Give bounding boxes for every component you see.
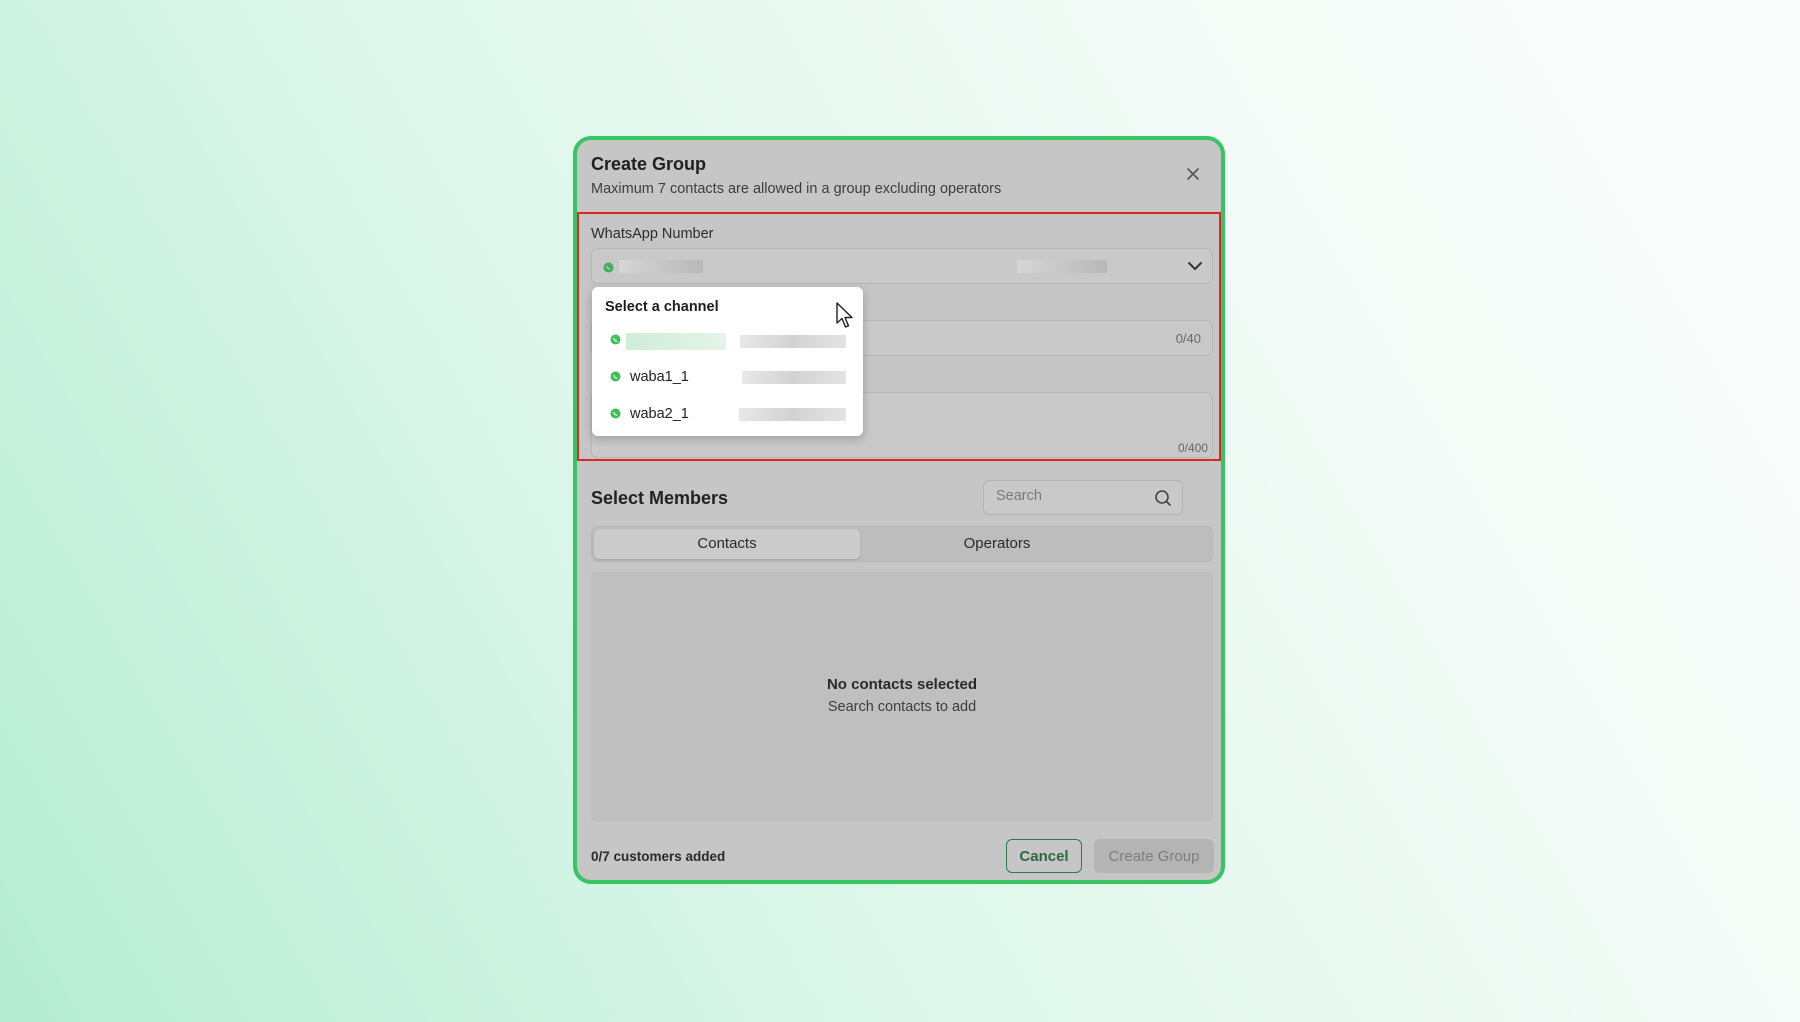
channel-name: waba2_1 [630,406,689,422]
modal-title: Create Group [591,154,707,174]
channel-option-3[interactable]: waba2_1 [592,399,863,429]
redacted-phone-number [619,260,703,273]
chevron-down-icon [1188,262,1202,270]
cancel-button[interactable]: Cancel [1006,839,1082,873]
select-members-title: Select Members [591,488,729,508]
whatsapp-number-label: WhatsApp Number [591,226,714,242]
empty-state-title: No contacts selected [826,676,978,693]
whatsapp-icon [610,334,621,345]
tab-operators[interactable]: Operators [862,529,1132,559]
modal-subtitle: Maximum 7 contacts are allowed in a grou… [591,181,1002,197]
close-icon [1187,168,1199,180]
search-icon[interactable] [1154,489,1172,507]
channel-dropdown: Select a channel waba1_1 waba2_1 [592,287,863,436]
close-button[interactable] [1183,164,1203,184]
whatsapp-icon [603,262,614,273]
redacted-phone-number [740,335,846,348]
whatsapp-icon [610,408,621,419]
dropdown-title: Select a channel [605,299,719,315]
name-char-counter: 0/40 [1175,331,1201,346]
member-search-input[interactable] [996,488,1146,504]
customers-added-count: 0/7 customers added [591,849,726,864]
channel-option-2[interactable]: waba1_1 [592,362,863,392]
create-group-modal: Create Group Maximum 7 contacts are allo… [573,136,1225,884]
redacted-channel-name [1017,260,1107,273]
mouse-pointer-icon [836,302,853,328]
whatsapp-icon [610,371,621,382]
create-group-button[interactable]: Create Group [1094,839,1214,873]
channel-name: waba1_1 [630,369,689,385]
description-char-counter: 0/400 [1177,441,1208,455]
empty-state-subtitle: Search contacts to add [827,699,977,715]
member-search-box[interactable] [983,480,1183,515]
redacted-phone-number [739,408,846,421]
whatsapp-number-select[interactable] [591,248,1213,284]
redacted-phone-number [742,371,846,384]
selected-members-panel: No contacts selected Search contacts to … [591,572,1213,822]
member-type-tabs: Contacts Operators [591,526,1213,562]
channel-option-1[interactable] [592,325,863,355]
tab-contacts[interactable]: Contacts [594,529,860,559]
redacted-channel-name [626,333,726,350]
